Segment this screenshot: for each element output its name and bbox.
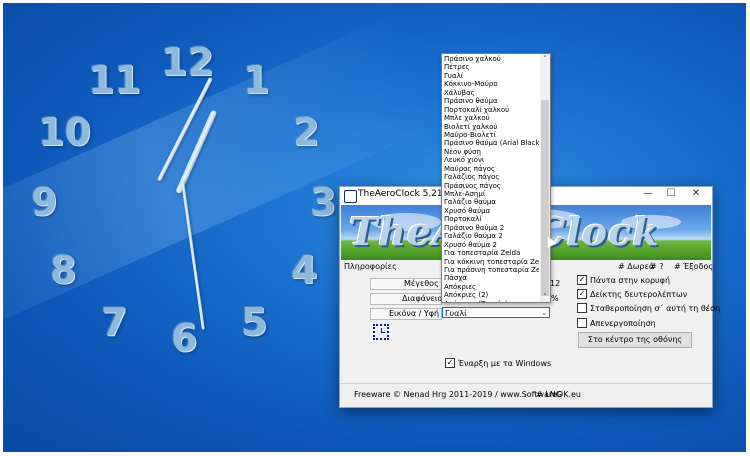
dropdown-option[interactable]: Για κόκκινη τοπεσταρία Zelda (443, 258, 539, 266)
language-link[interactable]: # LNG (536, 390, 562, 399)
size-label: Μέγεθος : (404, 279, 445, 288)
always-on-top-label: Πάντα στην κορυφή (590, 275, 671, 285)
dropdown-option[interactable]: Γαλάζιο θαύμα (443, 198, 539, 206)
dropdown-option[interactable]: Πράσινο χαλκού (443, 55, 539, 63)
clock-number-8: 8 (50, 248, 77, 292)
maximize-button[interactable]: ☐ (661, 188, 681, 199)
clock-preview-icon (373, 324, 389, 340)
dropdown-option[interactable]: Λευκό χιόνι (443, 156, 539, 164)
dropdown-option[interactable]: Μπλε-Ασημί (443, 190, 539, 198)
image-texture-label: Εικόνα / Υφή : (389, 309, 445, 318)
fix-position-label: Σταθεροποίηση σ΄ αυτή τη θέση (590, 303, 721, 313)
center-screen-button[interactable]: Στο κέντρο της οθόνης (578, 332, 692, 348)
dropdown-option[interactable]: Χρυσό θαύμα (443, 207, 539, 215)
dropdown-option[interactable]: Πράσινος πάγος (443, 182, 539, 190)
start-with-windows-label: Έναρξη με τα Windows (458, 358, 552, 368)
opacity-value: % (551, 294, 559, 303)
dropdown-option[interactable]: Για τοπεσταρία Zelda (443, 249, 539, 257)
menu-info[interactable]: Πληροφορίες (344, 262, 397, 271)
minimize-button[interactable]: — (638, 188, 658, 199)
dropdown-option[interactable]: Γαλάζιο θαύμα 2 (443, 232, 539, 240)
deactivate-checkbox[interactable]: Απενεργοποίηση (577, 318, 656, 328)
clock-number-1: 1 (243, 58, 270, 102)
fix-position-checkbox[interactable]: Σταθεροποίηση σ΄ αυτή τη θέση (577, 303, 720, 313)
dropdown-option[interactable]: Πορτοκαλί χαλκού (443, 106, 539, 114)
dropdown-option[interactable]: Πράσινο θαύμα (443, 97, 539, 105)
dropdown-option[interactable]: Πάσχα (443, 274, 539, 282)
scroll-up-icon[interactable]: ˄ (540, 54, 550, 64)
dropdown-option[interactable]: Μπλε χαλκού (443, 114, 539, 122)
footer: Freeware © Nenad Hrg 2011-2019 / www.Sof… (340, 383, 712, 404)
seconds-hand-label: Δείκτης δευτερολέπτων (590, 289, 688, 299)
dropdown-option[interactable]: Πέτρες (443, 63, 539, 71)
dropdown-scrollbar[interactable]: ˄ ˅ (540, 54, 550, 302)
image-texture-selected: Γυαλί (445, 309, 467, 318)
dropdown-option[interactable]: Βιολετί χαλκού (443, 123, 539, 131)
clock-number-7: 7 (101, 300, 128, 344)
menu-help[interactable]: # ? (650, 262, 664, 271)
clock-number-2: 2 (293, 110, 320, 154)
dropdown-option[interactable]: Μαύρος πάγος (443, 165, 539, 173)
start-with-windows-checkbox[interactable]: ✓ Έναρξη με τα Windows (445, 358, 551, 368)
dropdown-options: Πράσινο χαλκού Πέτρες Γυαλί Κόκκινο-Μαύρο Χά… (443, 55, 539, 302)
menu-exit[interactable]: # Έξοδος (674, 262, 713, 271)
dropdown-option[interactable]: Μαύρο-Βιολετί (443, 131, 539, 139)
dropdown-option[interactable]: Γυαλί (443, 72, 539, 80)
dropdown-option[interactable]: Χάλυβας (443, 89, 539, 97)
clock-number-9: 9 (31, 180, 58, 224)
clock-number-6: 6 (171, 316, 198, 360)
dropdown-option[interactable]: Απόκριες (2) (443, 291, 539, 299)
chevron-down-icon: ⌄ (541, 309, 547, 317)
scroll-down-icon[interactable]: ˅ (540, 292, 550, 302)
clock-number-5: 5 (241, 300, 268, 344)
texture-dropdown-list[interactable]: Πράσινο χαλκού Πέτρες Γυαλί Κόκκινο-Μαύρο Χά… (441, 53, 551, 303)
dropdown-option[interactable]: Χρυσό θαύμα 2 (443, 241, 539, 249)
deactivate-label: Απενεργοποίηση (590, 318, 656, 328)
image-texture-select[interactable]: Γυαλί ⌄ (442, 307, 550, 318)
clock-number-10: 10 (38, 110, 91, 154)
dropdown-option[interactable]: Απόκριες (443, 283, 539, 291)
dropdown-option[interactable]: Γαλάζιος πάγος (443, 173, 539, 181)
dropdown-option[interactable]: Απόκριες (Τυχαία) (443, 300, 539, 302)
dropdown-option[interactable]: Πράσινο θαύμα 2 (443, 224, 539, 232)
menu-donate[interactable]: # Δωρεά (618, 262, 654, 271)
size-value: 12 (550, 279, 561, 288)
close-button[interactable]: ✕ (686, 188, 706, 199)
always-on-top-checkbox[interactable]: ✓ Πάντα στην κορυφή (577, 275, 670, 285)
clock-number-3: 3 (310, 180, 337, 224)
clock-number-4: 4 (291, 248, 318, 292)
dropdown-option[interactable]: Πορτοκαλί (443, 215, 539, 223)
dropdown-option[interactable]: Κόκκινο-Μαύρο (443, 80, 539, 88)
seconds-hand-checkbox[interactable]: ✓ Δείκτης δευτερολέπτων (577, 289, 687, 299)
scrollbar-thumb[interactable] (541, 100, 549, 296)
clock-number-11: 11 (88, 58, 141, 102)
clock-number-12: 12 (161, 40, 214, 84)
dropdown-option[interactable]: Νέον φύση (443, 148, 539, 156)
dropdown-option[interactable]: Για πράσινη τοπεσταρία Zelda (443, 266, 539, 274)
app-clock-icon (344, 190, 357, 203)
dropdown-option[interactable]: Πράσινο θαύμα (Arial Black) (443, 139, 539, 147)
